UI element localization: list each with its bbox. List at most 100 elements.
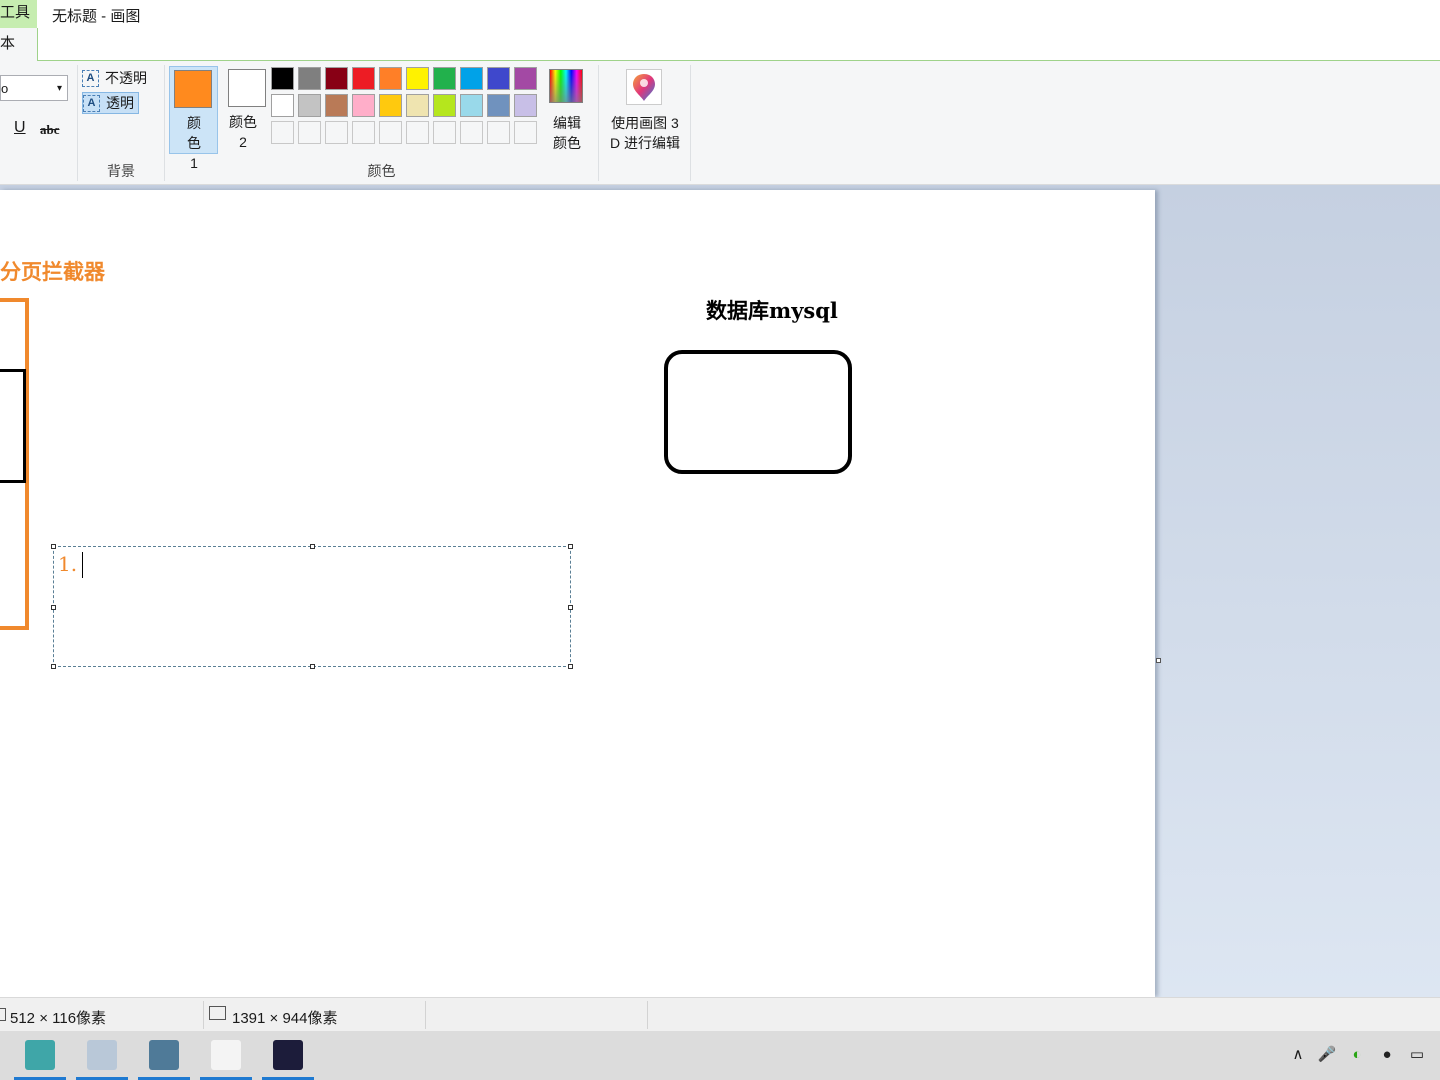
background-group-label: 背景 [107,163,135,179]
taskbar-item[interactable] [200,1031,252,1080]
tray-chevron-icon[interactable]: ∧ [1288,1045,1308,1065]
status-bar: 512 × 116像素 1391 × 944像素 [0,997,1440,1031]
color1-swatch [174,70,212,108]
context-tab-tools[interactable]: 工具 [0,0,37,28]
palette-swatch[interactable] [487,94,510,117]
microphone-icon[interactable]: 🎤 [1317,1045,1337,1065]
qq-icon[interactable]: ● [1377,1045,1397,1065]
resize-handle-se[interactable] [568,664,573,669]
underline-button[interactable]: U [14,119,26,137]
palette-swatch[interactable] [460,67,483,90]
canvas-resize-handle[interactable] [1156,658,1161,663]
color1-button[interactable]: 颜色 1 [169,66,218,171]
palette-swatch[interactable] [298,67,321,90]
ribbon: o ▾ U abc A 不透明 A 透明 背景 颜色 1 颜色 2 编辑颜色 颜… [0,61,1440,185]
black-rectangle-shape [0,369,26,483]
tab-text[interactable]: 本 [0,28,38,61]
window-title: 无标题 - 画图 [52,8,141,25]
palette-swatch[interactable] [433,94,456,117]
paint3d-icon [626,69,662,105]
resize-handle-nw[interactable] [51,544,56,549]
text-input-box[interactable]: 1. [51,544,573,669]
background-transparent-option[interactable]: A 透明 [82,92,139,114]
status-separator [203,1001,204,1029]
colors-group-label: 颜色 [367,163,396,179]
palette-swatch[interactable] [379,67,402,90]
image-viewer-icon [149,1040,179,1070]
palette-swatch[interactable] [406,67,429,90]
color2-button[interactable]: 颜色 2 [221,66,267,154]
selection-size: 512 × 116像素 [10,1010,107,1027]
resize-handle-s[interactable] [310,664,315,669]
palette-swatch[interactable] [460,121,483,144]
palette-swatch[interactable] [379,121,402,144]
palette-swatch[interactable] [514,94,537,117]
palette-swatch[interactable] [487,67,510,90]
intellij-idea-icon [273,1040,303,1070]
transparent-label: 透明 [106,95,134,111]
color2-swatch [228,69,266,107]
palette-swatch[interactable] [325,121,348,144]
taskbar-item[interactable] [138,1031,190,1080]
paint-icon [87,1040,117,1070]
resize-handle-e[interactable] [568,605,573,610]
taskbar-item[interactable] [76,1031,128,1080]
palette-swatch[interactable] [325,94,348,117]
taskbar-item[interactable] [262,1031,314,1080]
palette-swatch[interactable] [379,94,402,117]
palette-swatch[interactable] [406,121,429,144]
wechat-icon[interactable]: ◐ [1347,1045,1367,1065]
paint3d-label-line1: 使用画图 3 [611,115,679,131]
battery-icon[interactable]: ▭ [1407,1045,1427,1065]
opaque-text-icon: A [82,69,99,87]
palette-swatch[interactable] [460,94,483,117]
status-separator [425,1001,426,1029]
typora-icon [211,1040,241,1070]
image-size-icon [209,1006,226,1020]
color2-label: 颜色 2 [229,114,257,150]
database-title-text: 数据库mysql [706,298,838,323]
paint3d-button[interactable]: 使用画图 3 D 进行编辑 [602,66,688,154]
edit-colors-label: 编辑颜色 [553,115,581,151]
color-spectrum-icon [549,69,583,103]
drawing-canvas[interactable]: 分页拦截器 数据库mysql 1. [0,190,1155,997]
title-bar: 工具 无标题 - 画图 [0,0,1440,61]
palette-swatch[interactable] [514,121,537,144]
transparent-text-icon: A [83,94,100,112]
palette-swatch[interactable] [433,121,456,144]
edit-colors-button[interactable]: 编辑颜色 [547,66,587,154]
text-caret [82,552,83,578]
database-rounded-rectangle [664,350,852,474]
selection-size-icon [0,1008,6,1021]
palette-swatch[interactable] [352,94,375,117]
palette-swatch[interactable] [298,121,321,144]
font-size-combobox[interactable]: o ▾ [0,75,68,101]
palette-swatch[interactable] [271,67,294,90]
resize-handle-n[interactable] [310,544,315,549]
resize-handle-ne[interactable] [568,544,573,549]
palette-swatch[interactable] [514,67,537,90]
palette-swatch[interactable] [271,94,294,117]
chevron-down-icon[interactable]: ▾ [57,76,62,102]
color-palette [271,67,543,148]
palette-swatch[interactable] [325,67,348,90]
palette-swatch[interactable] [352,67,375,90]
image-size: 1391 × 944像素 [232,1010,338,1027]
palette-swatch[interactable] [406,94,429,117]
resize-handle-w[interactable] [51,605,56,610]
palette-swatch[interactable] [433,67,456,90]
palette-swatch[interactable] [352,121,375,144]
workspace: 分页拦截器 数据库mysql 1. [0,185,1440,997]
textbox-text: 1. [58,552,78,576]
palette-swatch[interactable] [271,121,294,144]
intellij-idea-alt-icon [25,1040,55,1070]
resize-handle-sw[interactable] [51,664,56,669]
palette-swatch[interactable] [298,94,321,117]
group-separator [598,65,599,181]
strikethrough-button[interactable]: abc [40,122,60,138]
palette-swatch[interactable] [487,121,510,144]
background-opaque-option[interactable]: A 不透明 [82,67,151,89]
opaque-label: 不透明 [105,70,147,86]
interceptor-title-text: 分页拦截器 [0,259,105,284]
taskbar-item[interactable] [14,1031,66,1080]
